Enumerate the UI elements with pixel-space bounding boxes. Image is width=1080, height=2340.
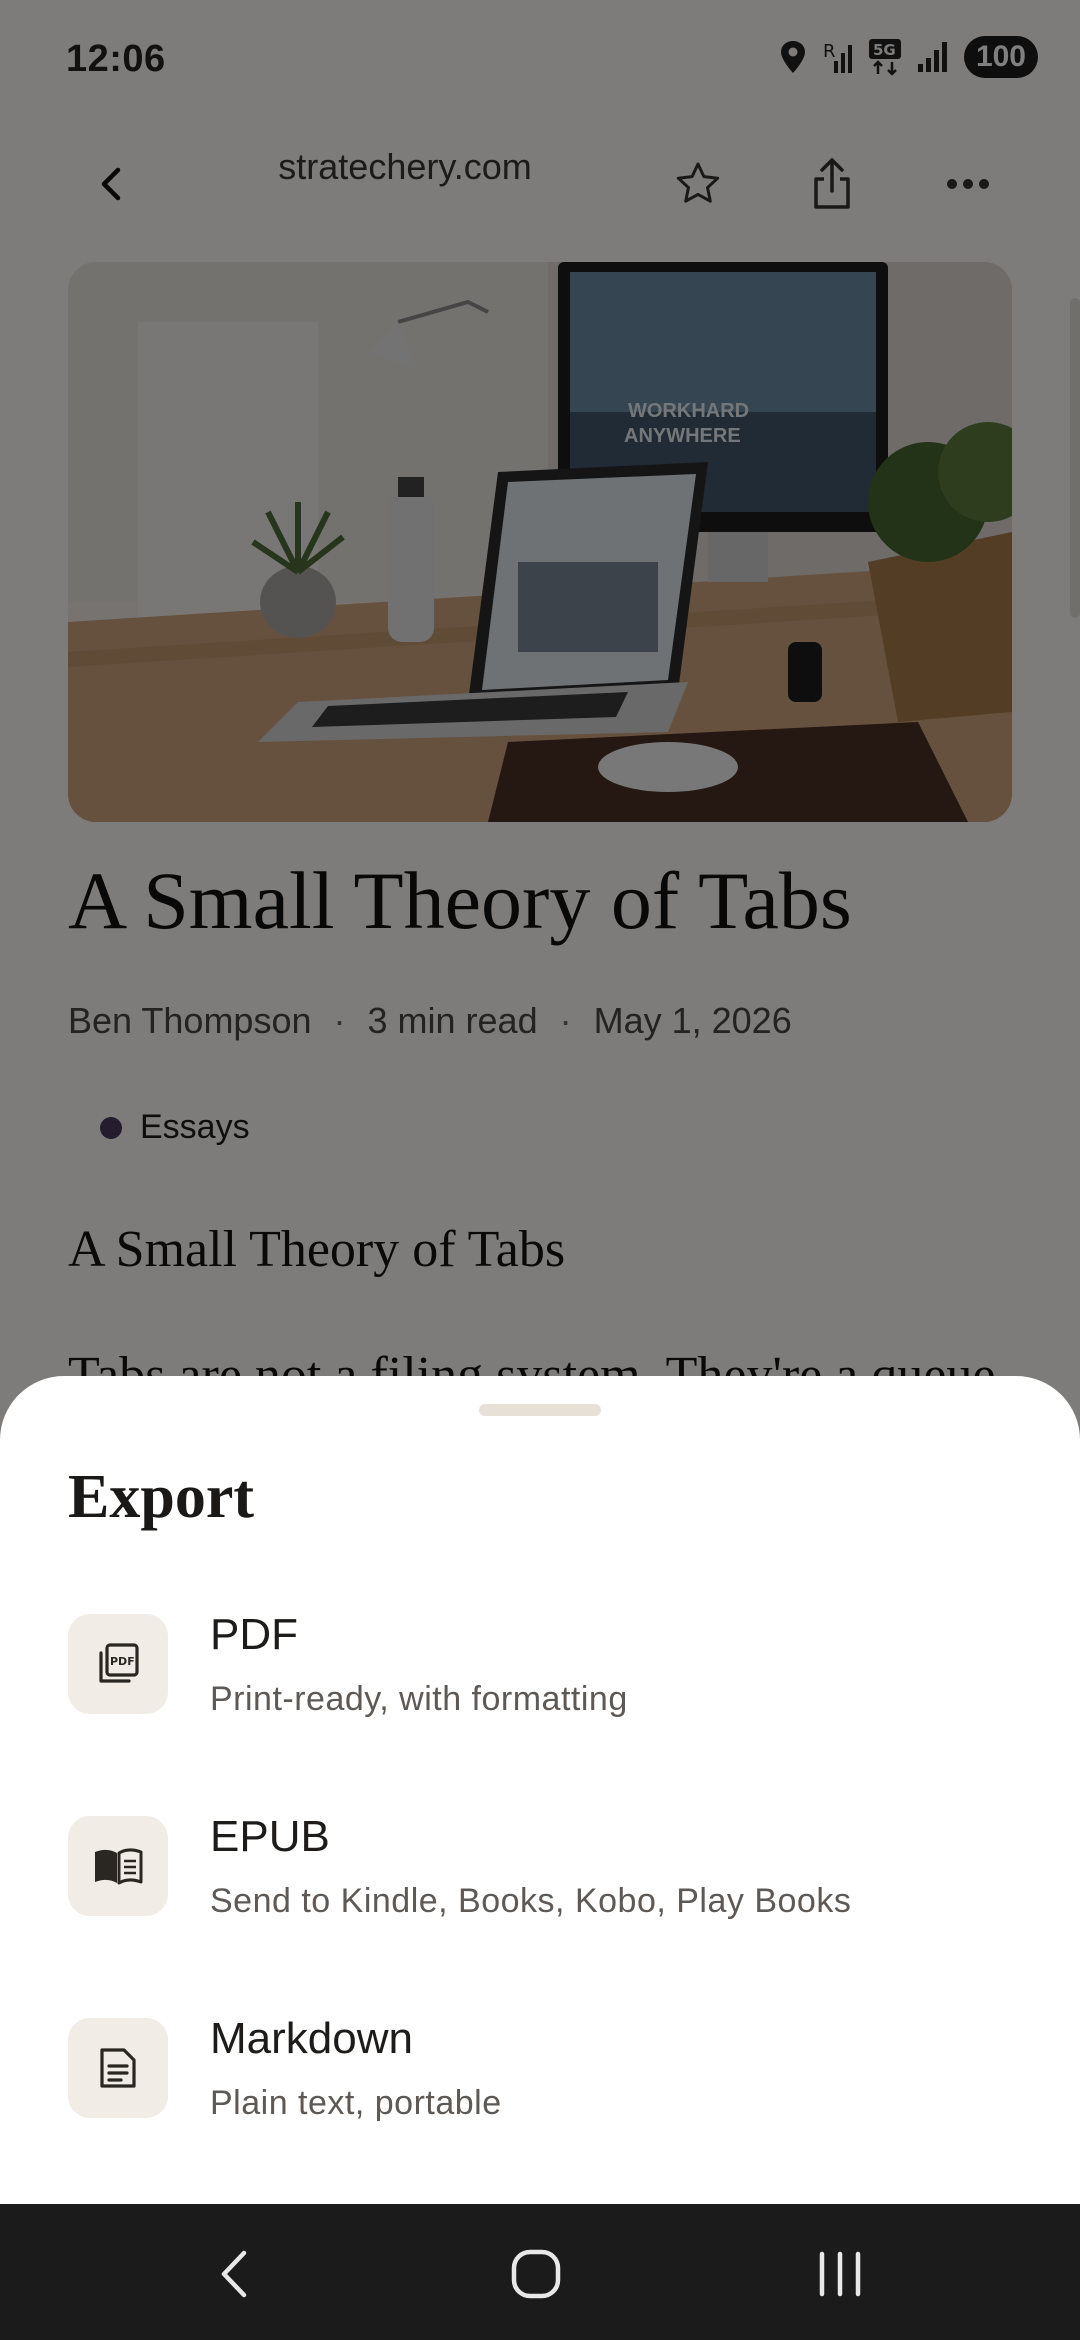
export-option-title: Markdown bbox=[210, 2014, 413, 2063]
export-bottom-sheet: Export PDF PDF Print-ready, with formatt… bbox=[0, 1376, 1080, 2204]
pdf-icon: PDF bbox=[68, 1614, 168, 1714]
nav-back-icon bbox=[221, 2250, 247, 2298]
nav-home-icon bbox=[511, 2249, 561, 2299]
sheet-drag-handle[interactable] bbox=[479, 1404, 601, 1416]
export-option-title: EPUB bbox=[210, 1812, 330, 1861]
book-icon bbox=[68, 1816, 168, 1916]
export-option-epub[interactable]: EPUB Send to Kindle, Books, Kobo, Play B… bbox=[68, 1812, 1012, 1956]
svg-text:PDF: PDF bbox=[110, 1655, 135, 1668]
export-option-title: PDF bbox=[210, 1610, 298, 1659]
export-option-subtitle: Send to Kindle, Books, Kobo, Play Books bbox=[210, 1882, 852, 1920]
export-option-markdown[interactable]: Markdown Plain text, portable bbox=[68, 2014, 1012, 2158]
export-option-subtitle: Plain text, portable bbox=[210, 2084, 502, 2122]
nav-recent-apps-icon bbox=[819, 2251, 861, 2297]
export-option-pdf[interactable]: PDF PDF Print-ready, with formatting bbox=[68, 1610, 1012, 1754]
system-navigation-bar bbox=[0, 2204, 1080, 2340]
sheet-title: Export bbox=[68, 1463, 254, 1531]
nav-back-button[interactable] bbox=[194, 2234, 274, 2314]
export-option-subtitle: Print-ready, with formatting bbox=[210, 1680, 628, 1718]
nav-recent-apps-button[interactable] bbox=[800, 2234, 880, 2314]
nav-home-button[interactable] bbox=[496, 2234, 576, 2314]
document-icon bbox=[68, 2018, 168, 2118]
